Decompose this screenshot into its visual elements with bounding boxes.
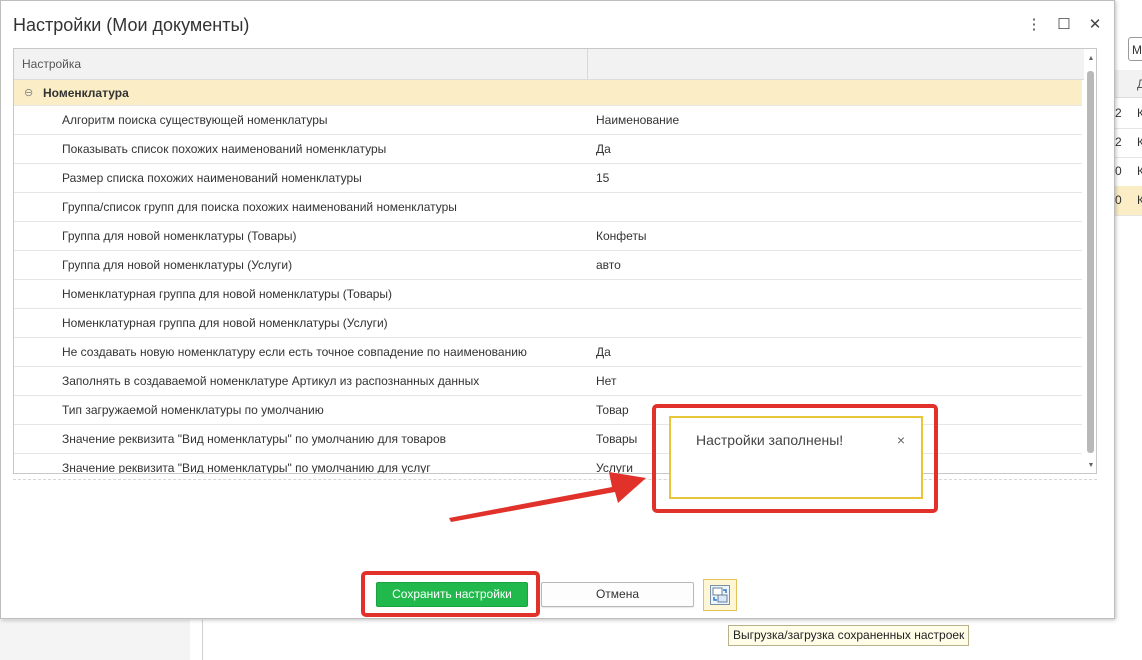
setting-value[interactable]: Товары <box>596 425 637 453</box>
maximize-icon[interactable]: ☐ <box>1054 15 1074 35</box>
setting-value[interactable]: Нет <box>596 367 616 395</box>
close-icon[interactable]: ✕ <box>1085 15 1105 35</box>
background-cell: К <box>1137 106 1142 120</box>
background-cell: 0 <box>1115 193 1122 207</box>
export-import-tooltip: Выгрузка/загрузка сохраненных настроек <box>728 625 970 646</box>
setting-value[interactable]: авто <box>596 251 621 279</box>
background-divider <box>202 620 203 660</box>
setting-name: Группа для новой номенклатуры (Товары) <box>62 229 297 243</box>
setting-value[interactable]: Да <box>596 338 611 366</box>
background-cell: 2 <box>1115 135 1122 149</box>
background-cell: 2 <box>1115 106 1122 120</box>
annotation-highlight-save-button <box>361 571 540 617</box>
column-separator[interactable] <box>587 49 588 79</box>
table-row[interactable]: Номенклатурная группа для новой номенкла… <box>14 309 1082 338</box>
grid-header: Настройка <box>14 49 1084 80</box>
table-row[interactable]: Показывать список похожих наименований н… <box>14 135 1082 164</box>
setting-name: Значение реквизита "Вид номенклатуры" по… <box>62 461 431 474</box>
setting-value[interactable]: Да <box>596 135 611 163</box>
table-row[interactable]: Алгоритм поиска существующей номенклатур… <box>14 106 1082 135</box>
setting-value[interactable]: Конфеты <box>596 222 647 250</box>
setting-name: Значение реквизита "Вид номенклатуры" по… <box>62 432 447 446</box>
setting-name: Размер списка похожих наименований номен… <box>62 171 362 185</box>
vertical-scrollbar[interactable]: ▲ ▼ <box>1085 49 1096 473</box>
background-cell: К <box>1137 164 1142 178</box>
table-row[interactable]: Группа для новой номенклатуры (Услуги) ав… <box>14 251 1082 280</box>
settings-dialog: Настройки (Мои документы) ⋮ ☐ ✕ Настройк… <box>0 0 1115 619</box>
background-table-row[interactable]: 2К <box>1115 128 1142 158</box>
scroll-down-icon[interactable]: ▼ <box>1086 462 1096 469</box>
scrollbar-thumb[interactable] <box>1087 71 1094 453</box>
setting-name: Номенклатурная группа для новой номенкла… <box>62 316 388 330</box>
background-column-header: Д <box>1115 70 1142 98</box>
setting-name: Заполнять в создаваемой номенклатуре Арт… <box>62 374 480 388</box>
table-row[interactable]: Размер списка похожих наименований номен… <box>14 164 1082 193</box>
export-import-icon <box>710 585 730 605</box>
cancel-button[interactable]: Отмена <box>541 582 694 607</box>
setting-value[interactable]: Наименование <box>596 106 679 134</box>
more-icon[interactable]: ⋮ <box>1024 15 1044 35</box>
setting-value[interactable]: Товар <box>596 396 629 424</box>
setting-name: Показывать список похожих наименований н… <box>62 142 387 156</box>
table-row[interactable]: Не создавать новую номенклатуру если ест… <box>14 338 1082 367</box>
background-search-input[interactable]: М <box>1128 37 1142 61</box>
setting-name: Номенклатурная группа для новой номенкла… <box>62 287 393 301</box>
table-row[interactable]: Группа для новой номенклатуры (Товары) Ко… <box>14 222 1082 251</box>
setting-name: Группа для новой номенклатуры (Услуги) <box>62 258 293 272</box>
dialog-title: Настройки (Мои документы) <box>13 15 250 35</box>
background-cell: К <box>1137 135 1142 149</box>
table-row[interactable]: Заполнять в создаваемой номенклатуре Арт… <box>14 367 1082 396</box>
group-row-nomenclature[interactable]: ⊖ Номенклатура <box>14 80 1082 106</box>
group-label: Номенклатура <box>43 86 129 100</box>
background-header-label: Д <box>1137 77 1142 91</box>
setting-name: Не создавать новую номенклатуру если ест… <box>62 345 527 359</box>
table-row[interactable]: Номенклатурная группа для новой номенкла… <box>14 280 1082 309</box>
setting-value[interactable]: Услуги <box>596 454 633 473</box>
background-sidebar <box>0 620 190 660</box>
column-header-setting[interactable]: Настройка <box>22 49 81 79</box>
table-row[interactable]: Группа/список групп для поиска похожих н… <box>14 193 1082 222</box>
setting-name: Алгоритм поиска существующей номенклатур… <box>62 113 328 127</box>
setting-value[interactable]: 15 <box>596 164 609 192</box>
background-table-row[interactable]: 2К <box>1115 99 1142 129</box>
background-cell: К <box>1137 193 1142 207</box>
background-cell: 0 <box>1115 164 1122 178</box>
export-import-settings-button[interactable] <box>703 579 737 611</box>
collapse-icon[interactable]: ⊖ <box>24 80 33 106</box>
annotation-highlight-notification <box>652 404 938 513</box>
setting-name: Тип загружаемой номенклатуры по умолчани… <box>62 403 324 417</box>
scroll-up-icon[interactable]: ▲ <box>1086 55 1096 62</box>
setting-name: Группа/список групп для поиска похожих н… <box>62 200 457 214</box>
background-table-row[interactable]: 0К <box>1115 186 1142 216</box>
background-table-row[interactable]: 0К <box>1115 157 1142 187</box>
